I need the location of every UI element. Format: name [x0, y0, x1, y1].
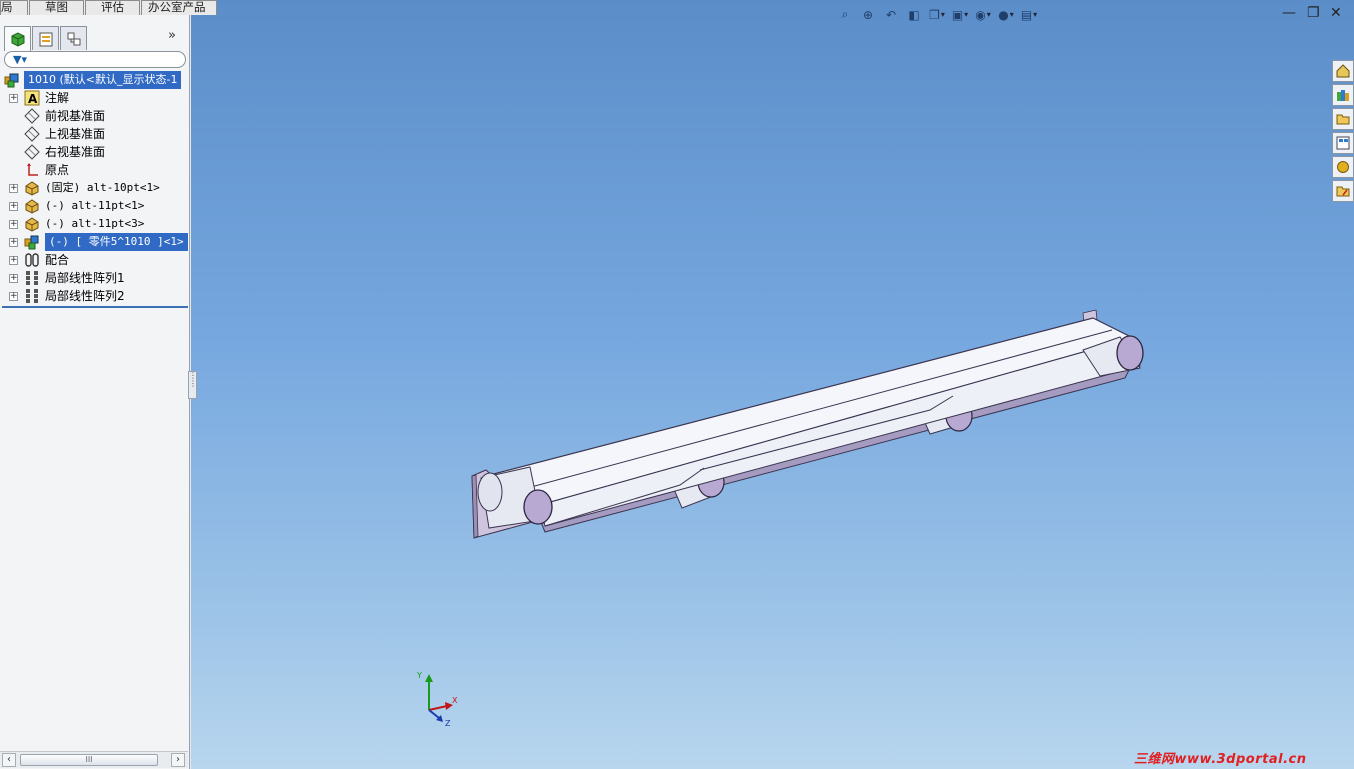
tab-evaluate[interactable]: 评估	[85, 0, 140, 15]
edit-appearance-icon[interactable]: ● ▾	[996, 5, 1016, 24]
tree-item-part-3[interactable]: + (-) alt-11pt<3>	[0, 215, 188, 233]
tree-item-part-1[interactable]: + (-) alt-11pt<1>	[0, 197, 188, 215]
view-settings-icon[interactable]: ▤ ▾	[1019, 5, 1039, 24]
expand-icon[interactable]: +	[9, 184, 18, 193]
configurationmanager-icon	[67, 32, 80, 45]
assembly-icon	[4, 73, 19, 88]
graphics-viewport[interactable]: ⌕ ⊕ ↶ ◧ ❒ ▾ ▣ ▾ ◉ ▾ ● ▾ ▤ ▾ — ❐ ✕ Y X Z	[191, 0, 1354, 769]
axis-y-label: Y	[416, 671, 422, 680]
filter-icon: ▼▾	[13, 53, 27, 66]
tree-item-right-plane[interactable]: 右视基准面	[0, 143, 188, 161]
design-library-icon[interactable]	[1332, 84, 1354, 106]
heads-up-view-toolbar: ⌕ ⊕ ↶ ◧ ❒ ▾ ▣ ▾ ◉ ▾ ● ▾ ▤ ▾	[835, 5, 1039, 25]
part-icon	[25, 217, 39, 232]
home-icon[interactable]	[1332, 60, 1354, 82]
triad-axes: Y X Z	[411, 670, 461, 731]
task-pane	[1330, 60, 1354, 204]
plane-icon	[24, 108, 40, 124]
expand-icon[interactable]: +	[9, 292, 18, 301]
display-style-icon[interactable]: ▣ ▾	[950, 5, 970, 24]
expand-icon[interactable]: +	[9, 94, 18, 103]
tree-item-top-plane[interactable]: 上视基准面	[0, 125, 188, 143]
tab-layout[interactable]: 局	[0, 0, 28, 15]
minimize-button[interactable]: —	[1282, 6, 1296, 20]
propertymanager-icon	[39, 32, 52, 46]
tree-item-annotations[interactable]: + A 注解	[0, 89, 188, 107]
plane-icon	[24, 126, 40, 142]
close-button[interactable]: ✕	[1330, 6, 1342, 20]
scroll-thumb[interactable]: III	[20, 754, 158, 766]
file-explorer-icon[interactable]	[1332, 108, 1354, 130]
appearances-icon[interactable]	[1332, 156, 1354, 178]
watermark: 三维网www.3dportal.cn	[1134, 752, 1307, 767]
featuremanager-icon	[11, 32, 24, 47]
tree-item-front-plane[interactable]: 前视基准面	[0, 107, 188, 125]
section-view-icon[interactable]: ◧	[904, 5, 924, 24]
svg-text:A: A	[28, 92, 38, 106]
tree-item-origin[interactable]: 原点	[0, 161, 188, 179]
command-manager-tabs: 局 草图 评估 办公室产品	[0, 0, 218, 15]
filter-input[interactable]: ▼▾	[4, 51, 186, 68]
panel-collapse-handle[interactable]: ⋮ ⋮	[188, 371, 197, 399]
tree-item-root-assembly[interactable]: 1010 (默认<默认_显示状态-1	[0, 71, 188, 89]
scroll-left-button[interactable]: ‹	[2, 753, 16, 767]
feature-manager-panel: » ▼▾ 1010 (默认<默认_显示状态-1 + A 注解 前视基准面 上视基…	[0, 15, 190, 769]
pattern-icon	[26, 271, 38, 285]
axis-z-label: Z	[445, 719, 451, 728]
view-orientation-icon[interactable]: ❒ ▾	[927, 5, 947, 24]
view-palette-icon[interactable]	[1332, 132, 1354, 154]
expand-icon[interactable]: +	[9, 238, 18, 247]
virtual-part-icon	[24, 235, 39, 250]
horizontal-scrollbar[interactable]: ‹ III ›	[0, 751, 188, 768]
expand-icon[interactable]: +	[9, 274, 18, 283]
scroll-right-button[interactable]: ›	[171, 753, 185, 767]
tab-configurationmanager[interactable]	[60, 26, 87, 50]
annotation-icon: A	[24, 90, 40, 106]
pattern-icon	[26, 289, 38, 303]
expand-icon[interactable]: +	[9, 202, 18, 211]
tree-item-mates[interactable]: + 配合	[0, 251, 188, 269]
coordinate-triad-icon: Y X Z	[416, 671, 458, 728]
previous-view-icon[interactable]: ↶	[881, 5, 901, 24]
tab-featuremanager[interactable]	[4, 26, 31, 51]
tab-sketch[interactable]: 草图	[29, 0, 84, 15]
axis-x-label: X	[452, 696, 458, 705]
zoom-to-area-icon[interactable]: ⊕	[858, 5, 878, 24]
rollback-bar[interactable]	[2, 306, 188, 308]
part-icon	[25, 199, 39, 214]
part-icon	[25, 181, 39, 196]
conveyor-model[interactable]	[191, 0, 1354, 769]
tree-item-virtual-part[interactable]: + (-) [ 零件5^1010 ]<1> ->	[0, 233, 188, 251]
origin-icon	[27, 163, 38, 176]
tab-propertymanager[interactable]	[32, 26, 59, 50]
mates-icon	[25, 253, 39, 267]
tab-office-products[interactable]: 办公室产品	[141, 0, 217, 15]
hide-show-items-icon[interactable]: ◉ ▾	[973, 5, 993, 24]
tree-item-local-pattern-1[interactable]: + 局部线性阵列1	[0, 269, 188, 287]
custom-properties-icon[interactable]	[1332, 180, 1354, 202]
zoom-to-fit-icon[interactable]: ⌕	[835, 5, 855, 24]
restore-button[interactable]: ❐	[1307, 6, 1320, 20]
expand-icon[interactable]: +	[9, 220, 18, 229]
tree-item-local-pattern-2[interactable]: + 局部线性阵列2	[0, 287, 188, 305]
expand-icon[interactable]: +	[9, 256, 18, 265]
expand-panel-button[interactable]: »	[168, 28, 176, 43]
tree-item-part-fixed[interactable]: + (固定) alt-10pt<1>	[0, 179, 188, 197]
plane-icon	[24, 144, 40, 160]
